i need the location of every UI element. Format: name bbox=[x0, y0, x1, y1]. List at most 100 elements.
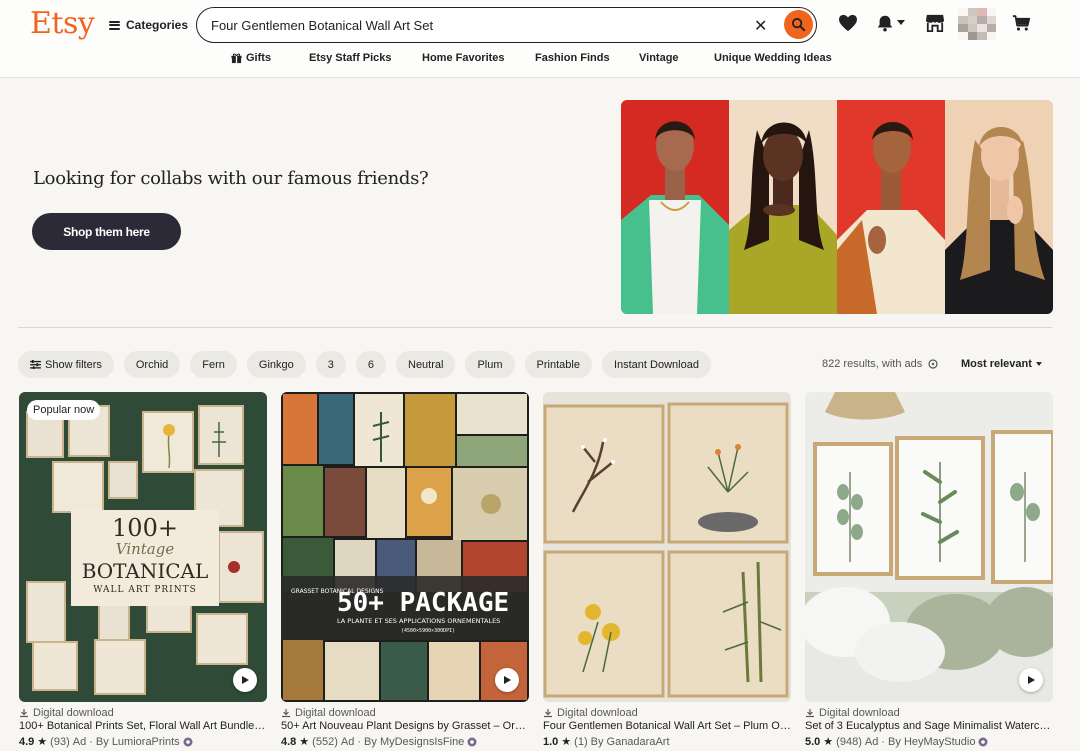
nav-label: Vintage bbox=[639, 52, 679, 64]
play-video-button[interactable] bbox=[1019, 668, 1043, 692]
shop-name[interactable]: · By HeyMayStudio bbox=[881, 736, 975, 748]
results-label: 822 results, with ads bbox=[822, 358, 923, 370]
rating-value: 4.9 bbox=[19, 735, 35, 748]
download-icon bbox=[544, 709, 552, 718]
download-text: Digital download bbox=[295, 707, 376, 719]
nav-label: Home Favorites bbox=[422, 52, 505, 64]
download-text: Digital download bbox=[557, 707, 638, 719]
ad-label: Ad bbox=[72, 735, 87, 748]
search-icon bbox=[791, 17, 806, 32]
review-count: (948) bbox=[836, 735, 862, 748]
thumb-text: 100+ bbox=[112, 514, 178, 542]
nav-label: Fashion Finds bbox=[535, 52, 610, 64]
info-icon[interactable] bbox=[928, 359, 938, 369]
rating-value: 4.8 bbox=[281, 735, 297, 748]
popular-now-badge: Popular now bbox=[27, 400, 101, 420]
listing-meta: 5.0 ★ (948) Ad · By HeyMayStudio bbox=[805, 735, 1053, 748]
listing-meta: 4.8 ★ (552) Ad · By MyDesignsIsFine bbox=[281, 735, 529, 748]
listing-card[interactable]: Digital download Set of 3 Eucalyptus and… bbox=[805, 392, 1053, 748]
download-text: Digital download bbox=[819, 707, 900, 719]
filter-chip[interactable]: Orchid bbox=[123, 351, 181, 378]
celebrity-collab-image[interactable] bbox=[621, 100, 1053, 314]
notifications-button[interactable] bbox=[876, 14, 905, 32]
filter-chip[interactable]: Printable bbox=[524, 351, 592, 378]
play-video-button[interactable] bbox=[495, 668, 519, 692]
rating-value: 5.0 bbox=[805, 735, 821, 748]
review-count: (93) bbox=[50, 735, 70, 748]
filter-chip[interactable]: 6 bbox=[355, 351, 386, 378]
nav-item-staff-picks[interactable]: Etsy Staff Picks bbox=[309, 52, 392, 64]
nav-item-gifts[interactable]: Gifts bbox=[231, 52, 271, 64]
celebrity-portrait bbox=[729, 100, 837, 314]
play-icon bbox=[242, 676, 249, 684]
cart-button[interactable] bbox=[1012, 14, 1031, 32]
shop-name[interactable]: · By MyDesignsIsFine bbox=[357, 736, 464, 748]
categories-button[interactable]: Categories bbox=[109, 18, 188, 32]
listing-title[interactable]: Four Gentlemen Botanical Wall Art Set – … bbox=[543, 720, 791, 732]
star-icon: ★ bbox=[299, 736, 310, 748]
ad-label: Ad bbox=[864, 735, 879, 748]
play-icon bbox=[504, 676, 511, 684]
listing-image[interactable]: 100+ Vintage BOTANICAL WALL ART PRINTS P… bbox=[19, 392, 267, 702]
listing-meta: 4.9 ★ (93) Ad · By LumioraPrints bbox=[19, 735, 267, 748]
filter-chip[interactable]: Instant Download bbox=[601, 351, 711, 378]
search-button[interactable] bbox=[784, 10, 813, 39]
listing-meta: 1.0 ★ (1) By GanadaraArt bbox=[543, 735, 791, 749]
sort-dropdown[interactable]: Most relevant bbox=[961, 358, 1042, 370]
listing-image[interactable] bbox=[543, 392, 791, 702]
listing-title[interactable]: Set of 3 Eucalyptus and Sage Minimalist … bbox=[805, 720, 1053, 732]
show-filters-button[interactable]: Show filters bbox=[18, 351, 114, 378]
star-seller-icon bbox=[183, 737, 193, 746]
rating-value: 1.0 bbox=[543, 735, 559, 748]
filter-chip[interactable]: Fern bbox=[190, 351, 237, 378]
listing-image[interactable] bbox=[805, 392, 1053, 702]
listing-image[interactable]: GRASSET BOTANICAL DESIGNS 50+ PACKAGE LA… bbox=[281, 392, 529, 702]
nav-label: Unique Wedding Ideas bbox=[714, 52, 832, 64]
listing-card[interactable]: Digital download Four Gentlemen Botanica… bbox=[543, 392, 791, 748]
gift-icon bbox=[231, 52, 242, 63]
caret-down-icon bbox=[1035, 362, 1042, 366]
celebrity-portrait bbox=[621, 100, 729, 314]
download-text: Digital download bbox=[33, 707, 114, 719]
listing-title[interactable]: 100+ Botanical Prints Set, Floral Wall A… bbox=[19, 720, 267, 732]
section-divider bbox=[18, 327, 1052, 328]
filter-chip[interactable]: Ginkgo bbox=[246, 351, 306, 378]
filter-chip[interactable]: Plum bbox=[465, 351, 515, 378]
filter-chip[interactable]: Neutral bbox=[396, 351, 456, 378]
thumb-text: WALL ART PRINTS bbox=[93, 585, 197, 595]
download-icon bbox=[282, 709, 290, 718]
avatar[interactable] bbox=[958, 8, 996, 40]
clear-search-icon[interactable]: ✕ bbox=[754, 16, 767, 36]
shop-icon bbox=[926, 14, 944, 32]
filter-chip[interactable]: 3 bbox=[315, 351, 346, 378]
celebrity-portrait bbox=[945, 100, 1053, 314]
digital-download-label: Digital download bbox=[281, 707, 529, 719]
nav-item-wedding[interactable]: Unique Wedding Ideas bbox=[714, 52, 832, 64]
site-header: Etsy Categories Four Gentlemen Botanical… bbox=[0, 0, 1080, 78]
nav-item-vintage[interactable]: Vintage bbox=[639, 52, 679, 64]
etsy-logo[interactable]: Etsy bbox=[30, 6, 95, 41]
search-input[interactable]: Four Gentlemen Botanical Wall Art Set bbox=[211, 18, 433, 33]
nav-label: Etsy Staff Picks bbox=[309, 52, 392, 64]
download-icon bbox=[20, 709, 28, 718]
bell-icon bbox=[877, 15, 893, 32]
search-bar[interactable]: Four Gentlemen Botanical Wall Art Set ✕ bbox=[196, 7, 817, 43]
review-count: (1) bbox=[574, 735, 588, 748]
shop-name[interactable]: By GanadaraArt bbox=[591, 736, 670, 748]
cart-icon bbox=[1012, 15, 1031, 31]
play-video-button[interactable] bbox=[233, 668, 257, 692]
review-count: (552) bbox=[312, 735, 338, 748]
star-seller-icon bbox=[467, 737, 477, 746]
favorites-button[interactable] bbox=[838, 14, 858, 32]
listing-card[interactable]: GRASSET BOTANICAL DESIGNS 50+ PACKAGE LA… bbox=[281, 392, 529, 748]
shop-name[interactable]: · By LumioraPrints bbox=[89, 736, 179, 748]
nav-item-home-favorites[interactable]: Home Favorites bbox=[422, 52, 505, 64]
listing-title[interactable]: 50+ Art Nouveau Plant Designs by Grasset… bbox=[281, 720, 529, 732]
play-icon bbox=[1028, 676, 1035, 684]
nav-item-fashion-finds[interactable]: Fashion Finds bbox=[535, 52, 610, 64]
listing-card[interactable]: 100+ Vintage BOTANICAL WALL ART PRINTS P… bbox=[19, 392, 267, 748]
shop-manager-button[interactable] bbox=[925, 14, 945, 32]
show-filters-label: Show filters bbox=[45, 358, 102, 371]
shop-them-here-button[interactable]: Shop them here bbox=[32, 213, 181, 250]
digital-download-label: Digital download bbox=[805, 707, 1053, 719]
